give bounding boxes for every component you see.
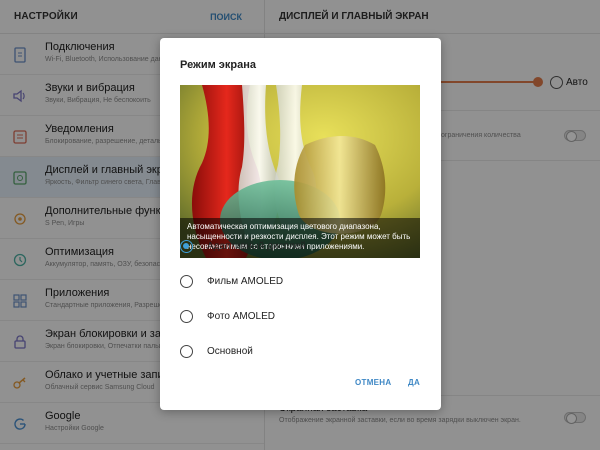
- option-amoled-cinema[interactable]: Фильм AMOLED: [180, 271, 283, 291]
- ok-button[interactable]: ДА: [408, 378, 420, 387]
- option-label: Фото AMOLED: [207, 310, 275, 322]
- option-label: Фильм AMOLED: [207, 275, 284, 287]
- option-label: Адаптивный дисплей: [207, 240, 306, 252]
- radio-button[interactable]: [180, 344, 193, 358]
- option-label: Основной: [207, 345, 253, 357]
- screen-mode-preview-image: Автоматическая оптимизация цветового диа…: [180, 85, 420, 258]
- option-amoled-photo[interactable]: Фото AMOLED: [180, 306, 275, 326]
- dialog-title: Режим экрана: [180, 59, 256, 71]
- cancel-button[interactable]: ОТМЕНА: [355, 378, 391, 387]
- radio-button[interactable]: [180, 274, 193, 288]
- screen-mode-dialog: Режим экрана Автоматическая оптимизация …: [160, 38, 441, 410]
- option-adaptive-display[interactable]: Адаптивный дисплей: [180, 236, 306, 256]
- radio-button[interactable]: [180, 309, 193, 323]
- option-basic[interactable]: Основной: [180, 341, 253, 361]
- radio-button-selected[interactable]: [180, 239, 193, 253]
